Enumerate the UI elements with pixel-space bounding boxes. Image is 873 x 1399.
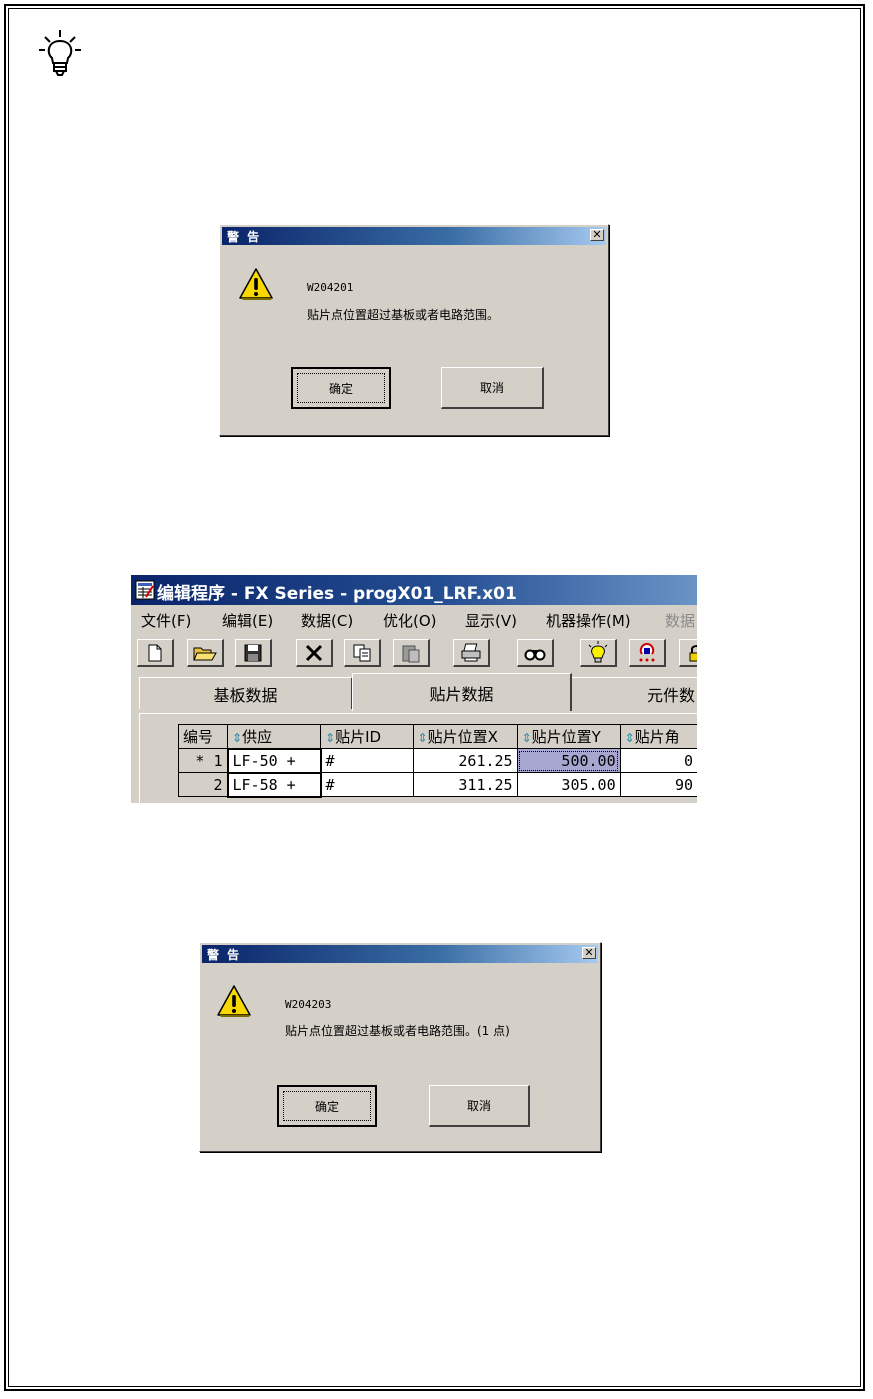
lightbulb-button[interactable]	[580, 639, 617, 667]
sort-icon: ⇕	[325, 731, 336, 745]
tab-component-data[interactable]: 元件数	[571, 677, 697, 709]
placement-table: 编号 ⇕供应 ⇕贴片ID ⇕贴片位置X ⇕贴片位置Y ⇕贴片角 * 1 LF-5…	[178, 724, 697, 798]
warning-icon	[239, 268, 273, 300]
save-button[interactable]	[235, 639, 272, 667]
menu-data[interactable]: 数据(C)	[301, 610, 353, 631]
cell-y[interactable]: 305.00	[516, 772, 621, 797]
print-button[interactable]	[453, 639, 490, 667]
warning-dialog-1: 警 告 ✕ W204201 贴片点位置超过基板或者电路范围。 确定 取消	[219, 224, 609, 436]
menu-edit[interactable]: 编辑(E)	[222, 610, 273, 631]
lock-button[interactable]	[679, 639, 697, 667]
col-header-id[interactable]: ⇕贴片ID	[320, 724, 414, 749]
editor-toolbar	[131, 635, 697, 671]
dialog-1-ok-button[interactable]: 确定	[291, 367, 391, 409]
warning-dialog-2: 警 告 ✕ W204203 贴片点位置超过基板或者电路范围。(1 点) 确定 取…	[199, 942, 601, 1152]
lock-icon	[689, 644, 697, 661]
editor-menubar: 文件(F) 编辑(E) 数据(C) 优化(O) 显示(V) 机器操作(M) 数据	[131, 605, 697, 633]
copy-icon	[353, 644, 371, 661]
open-folder-icon	[193, 647, 217, 660]
dialog-1-titlebar[interactable]: 警 告 ✕	[222, 227, 606, 245]
cell-x[interactable]: 311.25	[412, 772, 518, 797]
copy-button[interactable]	[344, 639, 381, 667]
col-header-no-label: 编号	[183, 728, 214, 746]
dialog-1-message: 贴片点位置超过基板或者电路范围。	[307, 308, 500, 322]
dialog-2-cancel-label: 取消	[466, 1099, 491, 1113]
dialog-2-ok-button[interactable]: 确定	[277, 1085, 377, 1127]
lightbulb-icon	[588, 640, 608, 662]
nozzle-icon	[639, 642, 655, 661]
dialog-2-titlebar[interactable]: 警 告 ✕	[202, 945, 598, 963]
program-editor-window: 编辑程序 - FX Series - progX01_LRF.x01 文件(F)…	[131, 575, 697, 803]
dialog-2-title: 警 告	[207, 948, 242, 962]
tab-board-data[interactable]: 基板数据	[139, 677, 353, 709]
paste-button[interactable]	[393, 639, 430, 667]
find-button[interactable]	[517, 639, 554, 667]
col-header-x-label: 贴片位置X	[427, 728, 498, 746]
cell-feeder[interactable]: LF-50 +	[226, 747, 322, 774]
dialog-1-cancel-button[interactable]: 取消	[441, 367, 544, 409]
find-icon	[524, 649, 546, 660]
paste-icon	[402, 645, 420, 662]
cell-angle[interactable]: 90	[619, 772, 697, 797]
menu-machine-operation[interactable]: 机器操作(M)	[546, 610, 631, 631]
col-header-no[interactable]: 编号	[178, 724, 228, 749]
dialog-1-ok-label: 确定	[328, 381, 353, 396]
col-header-x[interactable]: ⇕贴片位置X	[412, 724, 518, 749]
row-number[interactable]: * 1	[178, 748, 228, 773]
col-header-id-label: 贴片ID	[335, 728, 382, 746]
editor-app-icon	[135, 580, 155, 600]
dialog-1-close-button[interactable]: ✕	[590, 229, 604, 241]
menu-optimize[interactable]: 优化(O)	[383, 610, 437, 631]
tab-placement-data[interactable]: 贴片数据	[352, 673, 572, 711]
warning-icon	[217, 985, 251, 1017]
cell-id[interactable]: #	[320, 748, 414, 773]
table-row: 2 LF-58 + # 311.25 305.00 90	[178, 771, 697, 798]
new-file-icon	[148, 644, 162, 661]
menu-file[interactable]: 文件(F)	[141, 610, 191, 631]
cell-y-selected[interactable]: 500.00	[516, 748, 621, 773]
cell-feeder[interactable]: LF-58 +	[226, 771, 322, 798]
new-file-button[interactable]	[137, 639, 174, 667]
save-icon	[244, 644, 262, 661]
print-icon	[461, 643, 481, 661]
dialog-2-code: W204203	[285, 998, 332, 1011]
delete-button[interactable]	[296, 639, 333, 667]
dialog-1-cancel-label: 取消	[479, 381, 504, 395]
col-header-angle-label: 贴片角	[634, 728, 680, 746]
placement-grid-area: 编号 ⇕供应 ⇕贴片ID ⇕贴片位置X ⇕贴片位置Y ⇕贴片角 * 1 LF-5…	[139, 713, 697, 803]
menu-view[interactable]: 显示(V)	[465, 610, 517, 631]
dialog-1-code: W204201	[307, 281, 354, 294]
sort-icon: ⇕	[232, 730, 243, 745]
table-row: * 1 LF-50 + # 261.25 500.00 0	[178, 747, 697, 774]
dialog-2-close-button[interactable]: ✕	[582, 947, 596, 959]
dialog-2-cancel-button[interactable]: 取消	[429, 1085, 530, 1127]
cell-id[interactable]: #	[320, 772, 414, 797]
col-header-feeder[interactable]: ⇕供应	[226, 724, 322, 749]
editor-titlebar[interactable]: 编辑程序 - FX Series - progX01_LRF.x01	[131, 575, 697, 605]
row-number[interactable]: 2	[178, 772, 228, 797]
editor-tabs: 基板数据 贴片数据 元件数	[131, 671, 697, 713]
nozzle-button[interactable]	[629, 639, 666, 667]
cell-angle[interactable]: 0	[619, 748, 697, 773]
sort-icon: ⇕	[521, 731, 532, 745]
delete-icon	[305, 644, 323, 661]
col-header-feeder-label: 供应	[242, 727, 273, 746]
cell-x[interactable]: 261.25	[412, 748, 518, 773]
sort-icon: ⇕	[417, 731, 428, 745]
dialog-1-title: 警 告	[227, 230, 262, 244]
menu-data-disabled: 数据	[665, 612, 696, 630]
editor-title: 编辑程序 - FX Series - progX01_LRF.x01	[157, 584, 517, 604]
sort-icon: ⇕	[624, 731, 635, 745]
dialog-2-message: 贴片点位置超过基板或者电路范围。(1 点)	[285, 1024, 510, 1038]
tip-lightbulb-icon	[39, 30, 81, 76]
col-header-angle[interactable]: ⇕贴片角	[619, 724, 697, 749]
open-folder-button[interactable]	[187, 639, 224, 667]
dialog-2-ok-label: 确定	[314, 1099, 339, 1114]
col-header-y[interactable]: ⇕贴片位置Y	[516, 724, 621, 749]
table-header-row: 编号 ⇕供应 ⇕贴片ID ⇕贴片位置X ⇕贴片位置Y ⇕贴片角	[178, 724, 697, 749]
col-header-y-label: 贴片位置Y	[531, 728, 601, 746]
